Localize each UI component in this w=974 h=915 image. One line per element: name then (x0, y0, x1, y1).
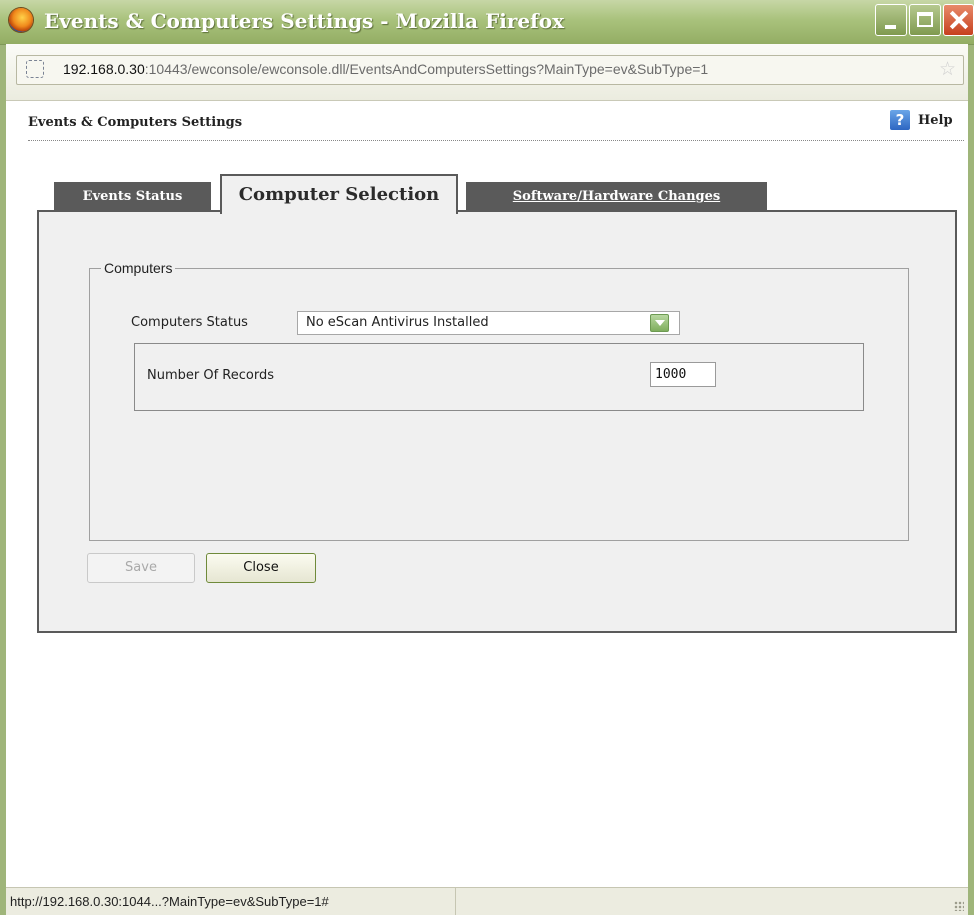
number-of-records-input[interactable] (650, 362, 716, 387)
status-bar: http://192.168.0.30:1044...?MainType=ev&… (6, 887, 968, 915)
url-path: :10443/ewconsole/ewconsole.dll/EventsAnd… (144, 61, 709, 77)
close-button[interactable]: Close (206, 553, 316, 583)
resize-grip-icon[interactable] (954, 901, 964, 911)
window-title: Events & Computers Settings - Mozilla Fi… (44, 9, 565, 33)
status-bar-text: http://192.168.0.30:1044...?MainType=ev&… (6, 888, 456, 915)
computers-status-label: Computers Status (131, 315, 248, 330)
help-link[interactable]: ? Help (890, 109, 953, 131)
address-bar: 192.168.0.30:10443/ewconsole/ewconsole.d… (6, 44, 968, 101)
help-icon: ? (890, 110, 910, 130)
computers-status-value: No eScan Antivirus Installed (306, 315, 489, 330)
computers-status-select[interactable]: No eScan Antivirus Installed (297, 311, 680, 335)
site-identity-icon[interactable] (26, 60, 44, 78)
tab-events-status[interactable]: Events Status (54, 182, 211, 212)
url-field[interactable]: 192.168.0.30:10443/ewconsole/ewconsole.d… (16, 55, 964, 85)
computers-legend: Computers (101, 260, 176, 276)
url-host: 192.168.0.30 (63, 61, 145, 77)
url-text[interactable]: 192.168.0.30:10443/ewconsole/ewconsole.d… (63, 61, 708, 77)
tab-computer-selection[interactable]: Computer Selection (220, 174, 458, 214)
page-title: Events & Computers Settings (28, 115, 243, 130)
chevron-down-icon[interactable] (650, 314, 669, 332)
close-window-button[interactable] (943, 4, 974, 36)
maximize-button[interactable] (909, 4, 941, 36)
title-divider (28, 140, 964, 141)
tab-software-hardware-changes[interactable]: Software/Hardware Changes (466, 182, 767, 212)
minimize-button[interactable] (875, 4, 907, 36)
save-button[interactable]: Save (87, 553, 195, 583)
title-bar[interactable]: Events & Computers Settings - Mozilla Fi… (0, 0, 974, 45)
number-of-records-label: Number Of Records (147, 368, 274, 383)
star-icon[interactable]: ☆ (939, 59, 956, 79)
help-label: Help (918, 112, 953, 128)
firefox-icon (9, 8, 33, 32)
